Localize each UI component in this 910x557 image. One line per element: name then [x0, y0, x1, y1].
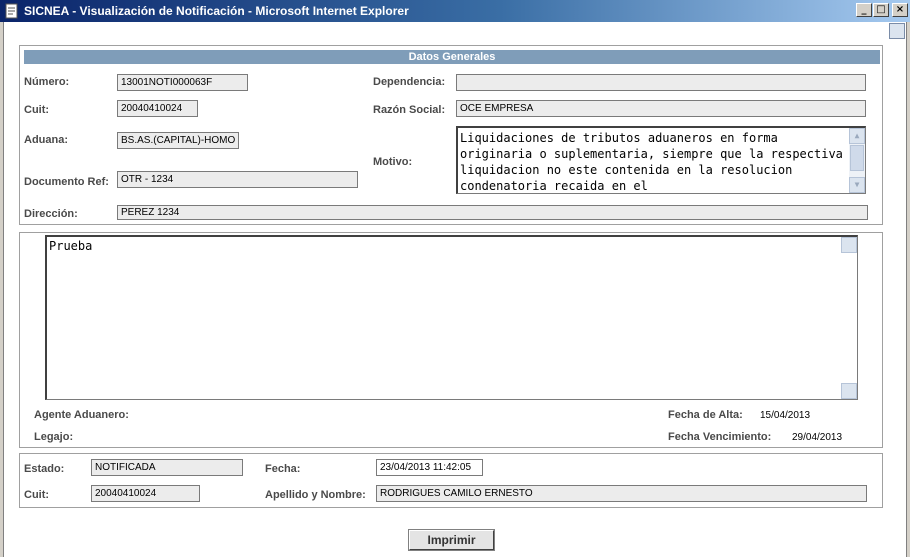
close-button[interactable]: × — [892, 3, 908, 17]
message-scroll-down-button[interactable] — [841, 383, 857, 399]
fecha-field: 23/04/2013 11:42:05 — [376, 459, 483, 476]
status-cuit-field: 20040410024 — [91, 485, 200, 502]
section-header: Datos Generales — [24, 50, 880, 64]
minimize-button[interactable]: _ — [856, 3, 872, 17]
documento-ref-label: Documento Ref: — [24, 176, 109, 188]
dependencia-label: Dependencia: — [373, 76, 446, 88]
direccion-label: Dirección: — [24, 208, 78, 220]
razon-social-field: OCE EMPRESA — [456, 100, 866, 117]
aduana-field: BS.AS.(CAPITAL)-HOMO — [117, 132, 239, 149]
direccion-field: PEREZ 1234 — [117, 205, 868, 220]
status-cuit-label: Cuit: — [24, 489, 50, 501]
page-scroll-button[interactable] — [889, 23, 905, 39]
cuit-field: 20040410024 — [117, 100, 198, 117]
motivo-textarea[interactable]: Liquidaciones de tributos aduaneros en f… — [456, 126, 866, 194]
window-title: SICNEA - Visualización de Notificación -… — [24, 4, 409, 18]
apellido-nombre-field: RODRIGUES CAMILO ERNESTO — [376, 485, 867, 502]
numero-field: 13001NOTI000063F — [117, 74, 248, 91]
legajo-label: Legajo: — [34, 431, 74, 443]
print-button[interactable]: Imprimir — [408, 529, 495, 551]
estado-label: Estado: — [24, 463, 65, 475]
scroll-down-arrow-icon[interactable]: ▼ — [849, 177, 865, 193]
fecha-alta-value: 15/04/2013 — [760, 410, 811, 421]
message-scrollbar[interactable] — [841, 237, 857, 399]
fecha-alta-label: Fecha de Alta: — [668, 409, 743, 421]
estado-field: NOTIFICADA — [91, 459, 243, 476]
agente-aduanero-label: Agente Aduanero: — [34, 409, 129, 421]
numero-label: Número: — [24, 76, 70, 88]
message-text: Prueba — [49, 239, 93, 253]
razon-social-label: Razón Social: — [373, 104, 446, 116]
window-frame-left — [0, 22, 4, 557]
message-scroll-up-button[interactable] — [841, 237, 857, 253]
fecha-vencimiento-label: Fecha Vencimiento: — [668, 431, 772, 443]
fecha-label: Fecha: — [265, 463, 301, 475]
scroll-thumb[interactable] — [850, 145, 864, 171]
window-titlebar[interactable]: SICNEA - Visualización de Notificación -… — [0, 0, 910, 22]
dependencia-field — [456, 74, 866, 91]
motivo-text: Liquidaciones de tributos aduaneros en f… — [460, 131, 851, 193]
ie-page-icon — [4, 3, 20, 19]
aduana-label: Aduana: — [24, 134, 68, 146]
apellido-nombre-label: Apellido y Nombre: — [265, 489, 366, 501]
fecha-vencimiento-value: 29/04/2013 — [792, 432, 843, 443]
motivo-label: Motivo: — [373, 156, 413, 168]
message-textarea[interactable]: Prueba — [45, 235, 858, 400]
documento-ref-field: OTR - 1234 — [117, 171, 358, 188]
motivo-scrollbar[interactable]: ▲ ▼ — [849, 128, 865, 193]
cuit-label: Cuit: — [24, 104, 50, 116]
window-frame-right — [906, 22, 910, 557]
scroll-up-arrow-icon[interactable]: ▲ — [849, 128, 865, 144]
maximize-button[interactable]: □ — [873, 3, 889, 17]
